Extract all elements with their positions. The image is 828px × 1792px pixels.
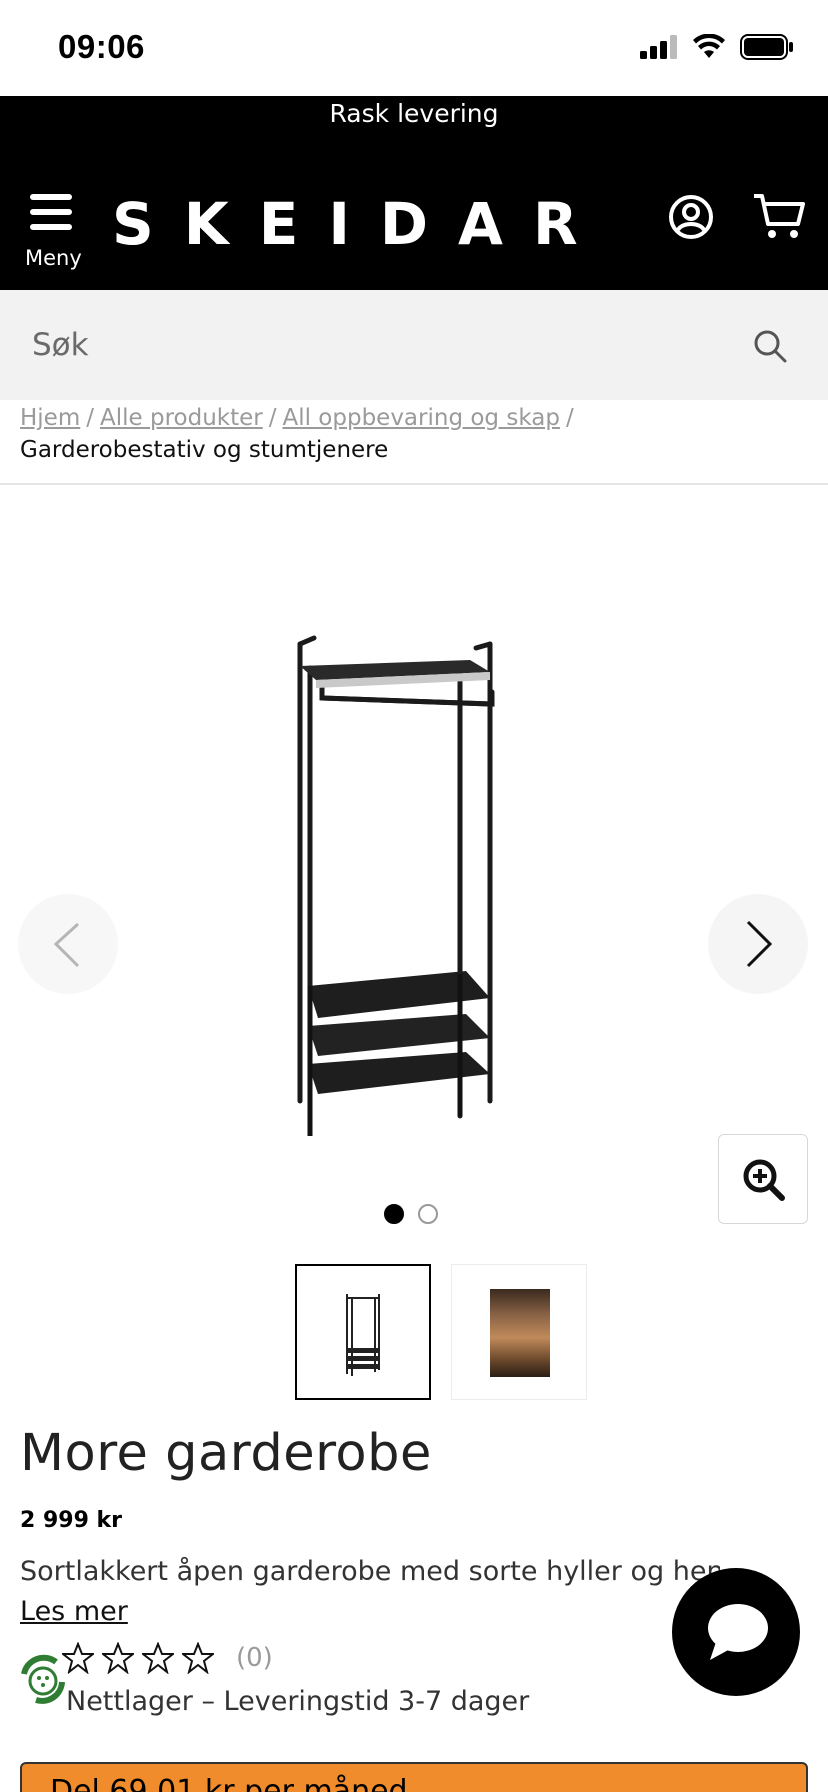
breadcrumb-separator: / [268,405,277,431]
product-image[interactable] [270,626,550,1136]
thumbnail-image [490,1289,550,1377]
account-icon[interactable] [668,194,714,240]
breadcrumb-link-storage[interactable]: All oppbevaring og skap [282,405,559,431]
chevron-left-icon [53,922,80,968]
zoom-icon [743,1159,785,1201]
gallery-dot[interactable] [418,1204,438,1224]
star-icon [142,1642,174,1674]
breadcrumb-link-home[interactable]: Hjem [20,405,80,431]
product-title: More garderobe [20,1424,432,1483]
stock-status: Nettlager – Leveringstid 3-7 dager [66,1686,530,1717]
product-rating[interactable]: (0) [62,1642,273,1674]
status-bar: 09:06 [0,0,828,96]
divider [0,483,828,485]
menu-icon [22,194,82,230]
zoom-button[interactable] [718,1134,808,1224]
status-icons [640,34,794,60]
thumbnail-image [346,1294,380,1376]
thumbnail-1[interactable] [295,1264,431,1400]
financing-label: Del 69,01 kr per måned [50,1774,408,1792]
thumbnail-strip [295,1264,587,1400]
stock-icon[interactable] [14,1652,72,1710]
thumbnail-2[interactable] [451,1264,587,1400]
gallery-prev-button[interactable] [18,894,118,994]
product-gallery [0,486,828,1246]
breadcrumb-current: Garderobestativ og stumtjenere [20,437,389,463]
breadcrumb: Hjem / Alle produkter / All oppbevaring og s… [20,402,810,466]
promo-text: Rask levering [329,99,499,128]
chevron-right-icon [746,920,773,968]
gallery-dots [384,1204,438,1224]
star-icon [182,1642,214,1674]
product-price: 2 999 kr [20,1508,123,1533]
chat-icon [708,1604,768,1660]
gallery-dot[interactable] [384,1204,404,1224]
wifi-icon [693,34,725,58]
battery-icon [740,34,793,60]
breadcrumb-separator: / [86,405,94,431]
star-icon [102,1642,134,1674]
rating-count: (0) [236,1643,273,1673]
product-description: Sortlakkert åpen garderobe med sorte hyl… [20,1556,720,1587]
search-bar [0,290,828,400]
site-header: Meny SKEIDAR [0,150,828,290]
status-time: 09:06 [58,28,145,65]
promo-bar: Rask levering [0,96,828,152]
menu-label: Meny [25,246,82,270]
read-more-link[interactable]: Les mer [20,1596,128,1627]
breadcrumb-link-all-products[interactable]: Alle produkter [100,405,263,431]
gallery-next-button[interactable] [708,894,808,994]
financing-button[interactable]: Del 69,01 kr per måned [20,1762,808,1792]
cart-icon[interactable] [752,192,806,242]
signal-icon [640,35,677,59]
site-logo[interactable]: SKEIDAR [112,190,608,258]
search-input[interactable] [32,318,712,372]
search-icon[interactable] [752,328,788,364]
chat-button[interactable] [672,1568,800,1696]
breadcrumb-separator: / [565,405,574,431]
